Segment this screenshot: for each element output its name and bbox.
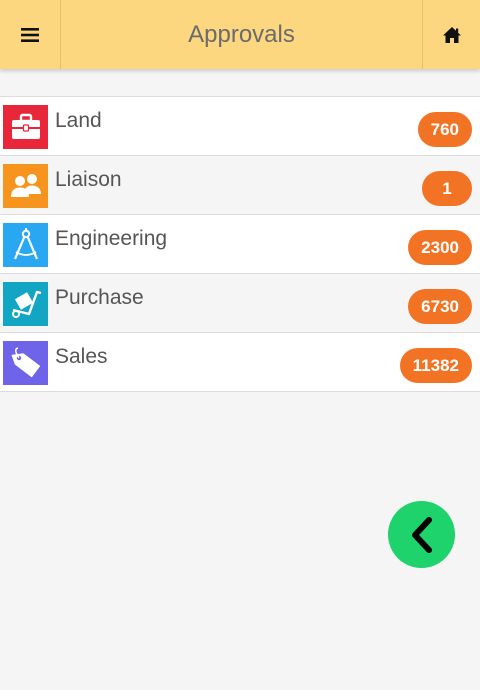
list-item-engineering[interactable]: Engineering 2300 [0, 215, 480, 274]
list-item-label: Liaison [55, 168, 122, 191]
count-badge: 2300 [408, 230, 472, 265]
list-item-label: Purchase [55, 286, 144, 309]
sales-tile [3, 341, 48, 385]
land-tile [3, 105, 48, 149]
list-item-liaison[interactable]: Liaison 1 [0, 156, 480, 215]
list-item-label: Land [55, 109, 102, 132]
back-button[interactable] [388, 501, 455, 568]
compass-icon [13, 228, 38, 260]
page-title: Approvals [188, 20, 295, 48]
list-item-land[interactable]: Land 760 [0, 97, 480, 156]
liaison-tile [3, 164, 48, 208]
list-item-label: Sales [55, 345, 108, 368]
briefcase-icon [11, 113, 40, 139]
menu-button[interactable] [0, 0, 61, 69]
home-button[interactable] [422, 0, 480, 69]
count-badge: 6730 [408, 289, 472, 324]
approvals-screen: Approvals Land 760 Liaison 1 Engineering… [0, 0, 480, 690]
cart-icon [11, 290, 41, 318]
list-item-sales[interactable]: Sales 11382 [0, 333, 480, 392]
app-header: Approvals [0, 0, 480, 69]
people-icon [10, 174, 41, 197]
price-tag-icon [10, 347, 40, 378]
hamburger-menu-icon [21, 27, 39, 42]
approvals-list: Land 760 Liaison 1 Engineering 2300 Purc… [0, 96, 480, 392]
count-badge: 11382 [399, 348, 472, 383]
count-badge: 1 [422, 171, 472, 206]
count-badge: 760 [417, 112, 472, 147]
list-item-label: Engineering [55, 227, 168, 250]
engineering-tile [3, 223, 48, 267]
purchase-tile [3, 282, 48, 326]
home-icon [442, 26, 461, 43]
chevron-left-icon [411, 516, 432, 553]
list-item-purchase[interactable]: Purchase 6730 [0, 274, 480, 333]
